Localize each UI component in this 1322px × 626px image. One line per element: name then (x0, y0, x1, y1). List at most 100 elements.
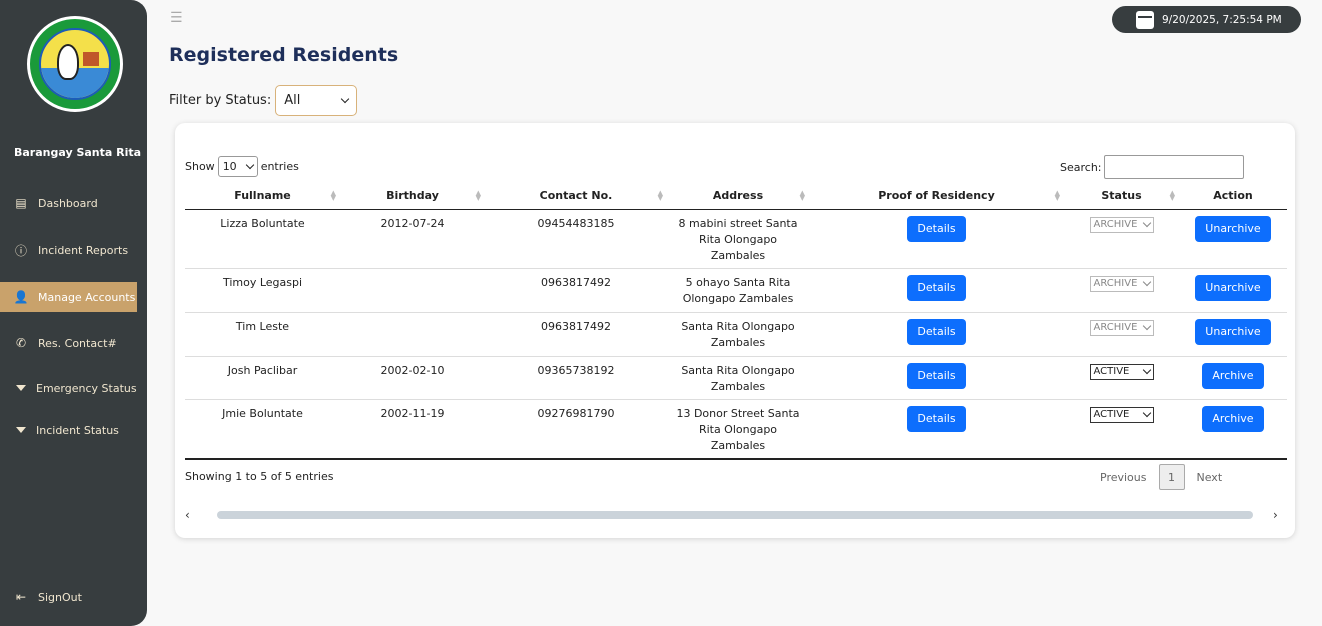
caret-down-icon (16, 427, 26, 433)
filter-label: Filter by Status: (169, 93, 272, 108)
table-row: Tim Leste 0963817492 Santa Rita Olongapo… (185, 312, 1287, 357)
cell-address: 8 mabini street Santa Rita Olongapo Zambal… (667, 209, 809, 269)
sidebar-item-incident-status[interactable]: Incident Status (0, 415, 137, 445)
unarchive-button[interactable]: Unarchive (1195, 274, 1271, 301)
page-title: Registered Residents (169, 44, 399, 66)
cell-contact: 09276981790 (485, 399, 667, 460)
caret-down-icon (16, 385, 26, 391)
status-select[interactable]: ACTIVE (1089, 406, 1154, 423)
table-info: Showing 1 to 5 of 5 entries (185, 470, 334, 483)
status-select: ARCHIVE (1089, 275, 1154, 292)
col-fullname[interactable]: Fullname ▲ ▼ (185, 183, 340, 210)
col-proof[interactable]: Proof of Residency ▲ ▼ (809, 183, 1064, 210)
scroll-left-icon[interactable]: ‹ (185, 508, 197, 522)
cell-address: 13 Donor Street Santa Rita Olongapo Zambal… (667, 399, 809, 460)
signout-icon: ⇤ (15, 590, 27, 604)
cell-fullname: Timoy Legaspi (185, 268, 340, 313)
cell-contact: 0963817492 (485, 268, 667, 313)
unarchive-button[interactable]: Unarchive (1195, 318, 1271, 345)
sidebar-item-label: Dashboard (38, 196, 98, 210)
residents-card: Show 10 entries Search: Fullname ▲ ▼ Birth… (175, 123, 1295, 538)
entries-select[interactable]: 10 (217, 156, 258, 177)
status-filter: Filter by Status: All (169, 85, 358, 116)
cell-contact: 0963817492 (485, 312, 667, 357)
entries-control: Show 10 entries (185, 156, 299, 177)
search-control: Search: (1060, 155, 1244, 179)
chevron-down-icon (340, 94, 350, 104)
cell-birthday (340, 312, 485, 357)
cell-fullname: Lizza Boluntate (185, 209, 340, 269)
col-address[interactable]: Address ▲ ▼ (667, 183, 809, 210)
sidebar-item-emergency-status[interactable]: Emergency Status (0, 373, 137, 403)
search-label: Search: (1060, 160, 1102, 174)
details-button[interactable]: Details (907, 318, 966, 345)
col-birthday[interactable]: Birthday ▲ ▼ (340, 183, 485, 210)
cell-birthday (340, 268, 485, 313)
hamburger-menu-icon[interactable]: ☰ (170, 10, 183, 26)
cell-address: Santa Rita Olongapo Zambales (667, 312, 809, 357)
table-row: Jmie Boluntate 2002-11-19 09276981790 13… (185, 399, 1287, 460)
table-row: Timoy Legaspi 0963817492 5 ohayo Santa R… (185, 268, 1287, 313)
phone-icon: ✆ (15, 336, 27, 350)
previous-button[interactable]: Previous (1100, 471, 1147, 484)
cell-fullname: Tim Leste (185, 312, 340, 357)
brand-name: Barangay Santa Rita (14, 146, 142, 159)
unarchive-button[interactable]: Unarchive (1195, 215, 1271, 242)
chevron-down-icon (245, 160, 254, 170)
entries-value: 10 (222, 160, 237, 173)
archive-button[interactable]: Archive (1202, 362, 1264, 389)
datetime-badge: 9/20/2025, 7:25:54 PM (1112, 6, 1301, 33)
col-action: Action (1179, 183, 1287, 210)
cell-address: 5 ohayo Santa Rita Olongapo Zambales (667, 268, 809, 313)
datetime-text: 9/20/2025, 7:25:54 PM (1162, 13, 1282, 26)
scrollbar-thumb[interactable] (217, 511, 1253, 519)
table-header-row: Fullname ▲ ▼ Birthday ▲ ▼ Contact No. ▲ ▼ Addr… (185, 183, 1287, 210)
sidebar-item-label: Manage Accounts (38, 290, 136, 304)
details-button[interactable]: Details (907, 215, 966, 242)
archive-button[interactable]: Archive (1202, 405, 1264, 432)
cell-birthday: 2002-02-10 (340, 356, 485, 400)
cell-birthday: 2002-11-19 (340, 399, 485, 460)
sidebar: Barangay Santa Rita ▤ Dashboard ⓘ Incide… (0, 0, 147, 626)
sidebar-item-dashboard[interactable]: ▤ Dashboard (0, 188, 137, 218)
residents-table: Fullname ▲ ▼ Birthday ▲ ▼ Contact No. ▲ ▼ Addr… (185, 183, 1287, 460)
barangay-logo (27, 16, 123, 112)
signout-button[interactable]: ⇤ SignOut (0, 582, 137, 612)
sidebar-item-manage-accounts[interactable]: 👤 Manage Accounts (0, 282, 137, 312)
alert-icon: ⓘ (14, 243, 27, 258)
details-button[interactable]: Details (907, 274, 966, 301)
status-select: ARCHIVE (1089, 319, 1154, 336)
filter-value: All (284, 93, 301, 108)
sidebar-item-label: Emergency Status (36, 381, 137, 395)
col-status[interactable]: Status ▲ ▼ (1064, 183, 1179, 210)
col-contact[interactable]: Contact No. ▲ ▼ (485, 183, 667, 210)
table-row: Josh Paclibar 2002-02-10 09365738192 San… (185, 356, 1287, 400)
entries-label: entries (260, 160, 299, 173)
cell-birthday: 2012-07-24 (340, 209, 485, 269)
user-gear-icon: 👤 (13, 290, 29, 304)
search-input[interactable] (1103, 155, 1244, 179)
calendar-icon (1136, 10, 1154, 29)
details-button[interactable]: Details (907, 362, 966, 389)
pagination: Previous 1 Next (1100, 464, 1222, 490)
sidebar-item-label: Incident Status (36, 423, 119, 437)
cell-address: Santa Rita Olongapo Zambales (667, 356, 809, 400)
details-button[interactable]: Details (907, 405, 966, 432)
horizontal-scrollbar[interactable]: ‹ › (185, 508, 1285, 522)
page-1-button[interactable]: 1 (1158, 464, 1185, 490)
cell-fullname: Josh Paclibar (185, 356, 340, 400)
cell-fullname: Jmie Boluntate (185, 399, 340, 460)
cell-contact: 09365738192 (485, 356, 667, 400)
status-select[interactable]: ACTIVE (1089, 363, 1154, 380)
status-select: ARCHIVE (1089, 216, 1154, 233)
scroll-right-icon[interactable]: › (1273, 508, 1285, 522)
cell-contact: 09454483185 (485, 209, 667, 269)
sidebar-item-label: Res. Contact# (38, 336, 117, 350)
status-filter-select[interactable]: All (275, 85, 358, 116)
clipboard-icon: ▤ (15, 196, 27, 210)
sidebar-item-res-contact[interactable]: ✆ Res. Contact# (0, 328, 137, 358)
sidebar-item-label: Incident Reports (38, 243, 129, 257)
signout-label: SignOut (38, 590, 82, 604)
sidebar-item-incident-reports[interactable]: ⓘ Incident Reports (0, 235, 137, 265)
next-button[interactable]: Next (1197, 471, 1223, 484)
